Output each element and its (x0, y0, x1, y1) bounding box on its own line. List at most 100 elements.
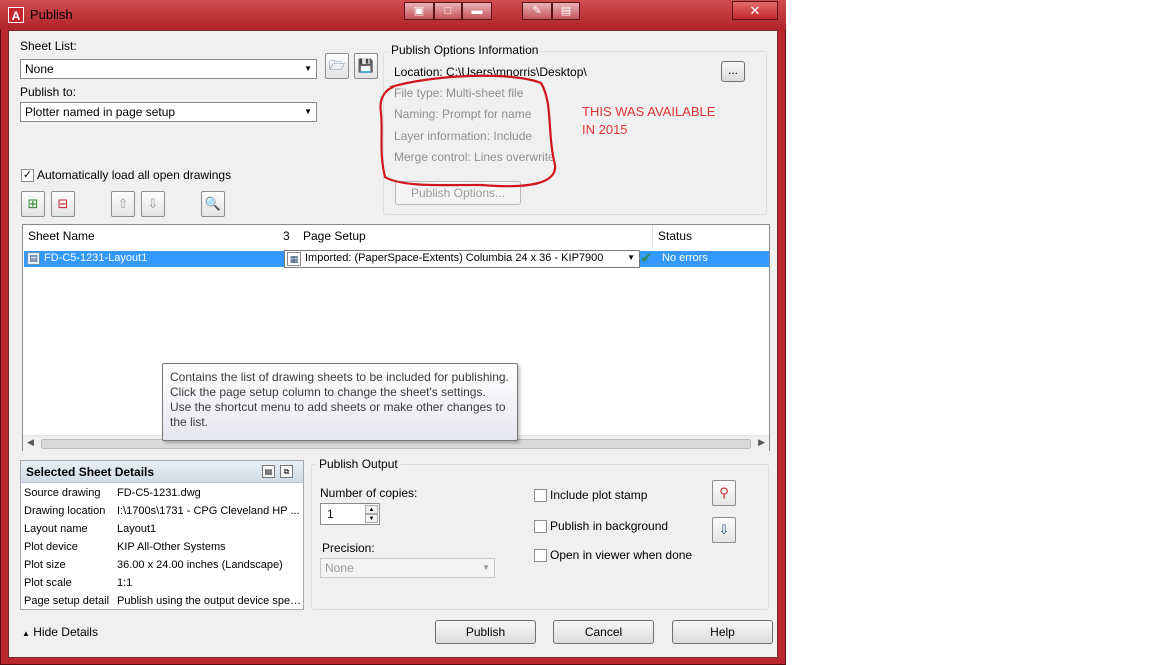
add-sheet-icon: ⊞ (27, 196, 39, 211)
window-title: Publish (30, 7, 73, 22)
detail-value: 36.00 x 24.00 inches (Landscape) (117, 559, 283, 571)
details-header: Selected Sheet Details ▤ ⧉ (21, 461, 303, 483)
help-button[interactable]: Help (672, 620, 773, 644)
copies-value: 1 (327, 507, 334, 521)
load-sheet-list-button[interactable]: 🗁 (325, 53, 349, 79)
sheet-icon: ▤ (27, 252, 40, 265)
detail-key: Plot scale (24, 577, 72, 589)
detail-key: Layout name (24, 523, 88, 535)
copies-stepper[interactable]: 1 ▲ ▼ (320, 503, 380, 525)
detail-value: I:\1700s\1731 - CPG Cleveland HP ... (117, 505, 300, 517)
detail-row: Plot size 36.00 x 24.00 inches (Landscap… (24, 556, 302, 574)
annotation-text: THIS WAS AVAILABLE IN 2015 (582, 103, 715, 139)
checkmark-icon: ✔ (640, 250, 653, 267)
chevron-down-icon[interactable]: ▼ (365, 514, 378, 523)
open-viewer-label: Open in viewer when done (550, 548, 693, 562)
include-plot-stamp-label: Include plot stamp (550, 488, 648, 502)
add-sheets-button[interactable]: ⊞ (21, 191, 45, 217)
background-settings-button[interactable]: ⇩ (712, 517, 736, 543)
sheet-list-tooltip: Contains the list of drawing sheets to b… (162, 363, 518, 441)
detail-value: KIP All-Other Systems (117, 541, 226, 553)
chevron-up-icon[interactable]: ▲ (365, 505, 378, 514)
move-sheet-down-button[interactable]: ⇩ (141, 191, 165, 217)
move-sheet-up-button[interactable]: ⇧ (111, 191, 135, 217)
stamp-icon: ⚲ (719, 485, 729, 500)
scroll-right-icon[interactable]: ▶ (758, 437, 765, 448)
cancel-button[interactable]: Cancel (553, 620, 654, 644)
status-cell: No errors (662, 252, 708, 264)
pin-icon[interactable]: ✎ (522, 2, 552, 20)
restore-icon[interactable]: ▣ (404, 2, 434, 20)
sheet-list-value: None (25, 62, 54, 76)
minimize-icon[interactable]: ▬ (462, 2, 492, 20)
maximize-icon[interactable]: □ (434, 2, 462, 20)
publish-background-label: Publish in background (550, 519, 669, 533)
precision-value: None (325, 561, 354, 575)
detail-key: Drawing location (24, 505, 106, 517)
sheet-name-cell: FD-C5-1231-Layout1 (44, 252, 148, 264)
precision-label: Precision: (322, 541, 375, 555)
title-bar[interactable]: A Publish ▣ □ ▬ ✎ ▤ ✕ (0, 0, 786, 30)
detail-key: Plot device (24, 541, 78, 553)
column-header-number[interactable]: 3 (281, 225, 299, 247)
detail-value: FD-C5-1231.dwg (117, 487, 201, 499)
publish-background-checkbox[interactable] (534, 520, 547, 533)
include-plot-stamp-checkbox[interactable] (534, 489, 547, 502)
publish-to-value: Plotter named in page setup (25, 105, 176, 119)
details-title: Selected Sheet Details (26, 465, 155, 479)
detail-row: Page setup detail Publish using the outp… (24, 592, 303, 610)
hide-details-label: Hide Details (33, 625, 98, 639)
scroll-left-icon[interactable]: ◀ (27, 437, 34, 448)
move-up-icon: ⇧ (117, 196, 129, 211)
chevron-down-icon: ▼ (304, 107, 312, 116)
publish-options-title: Publish Options Information (388, 43, 542, 57)
detail-value: Layout1 (117, 523, 157, 535)
column-header-sheet-name[interactable]: Sheet Name (23, 225, 287, 247)
preview-button[interactable]: 🔍 (201, 191, 225, 217)
detail-key: Plot size (24, 559, 66, 571)
detail-row: Plot device KIP All-Other Systems (24, 538, 302, 556)
table-row[interactable]: ▤ FD-C5-1231-Layout1 ▦ Imported: (PaperS… (24, 250, 769, 268)
page-setup-cell: Imported: (PaperSpace-Extents) Columbia … (305, 252, 604, 264)
details-preview-icon[interactable]: ⧉ (280, 465, 293, 478)
detail-row: Drawing location I:\1700s\1731 - CPG Cle… (24, 502, 302, 520)
red-circle-annotation (379, 74, 557, 188)
sheet-list-select[interactable]: None ▼ (20, 59, 317, 79)
page-setup-icon: ▦ (287, 252, 301, 266)
auto-load-label: Automatically load all open drawings (37, 168, 232, 182)
column-header-page-setup[interactable]: Page Setup (298, 225, 653, 247)
publish-to-select[interactable]: Plotter named in page setup ▼ (20, 102, 317, 122)
open-viewer-checkbox[interactable] (534, 549, 547, 562)
publish-button[interactable]: Publish (435, 620, 536, 644)
column-header-status[interactable]: Status (653, 225, 769, 247)
browse-location-button[interactable]: ... (721, 61, 745, 82)
chevron-down-icon: ▼ (627, 253, 635, 262)
detail-value: Publish using the output device spec... (117, 595, 303, 607)
page-setup-dropdown[interactable]: ▦ Imported: (PaperSpace-Extents) Columbi… (284, 250, 640, 268)
details-view-icon[interactable]: ▤ (262, 465, 275, 478)
chevron-down-icon: ▼ (482, 563, 490, 572)
remove-sheets-button[interactable]: ⊟ (51, 191, 75, 217)
detail-key: Source drawing (24, 487, 101, 499)
save-icon: 💾 (357, 58, 375, 73)
publish-output-title: Publish Output (316, 457, 401, 471)
hide-details-link[interactable]: ▲ Hide Details (22, 625, 98, 639)
detail-row: Layout name Layout1 (24, 520, 302, 538)
folder-open-icon: 🗁 (328, 58, 346, 73)
copies-label: Number of copies: (320, 486, 418, 500)
remove-sheet-icon: ⊟ (57, 196, 69, 211)
auto-load-checkbox[interactable]: ✓ (21, 169, 34, 182)
close-button[interactable]: ✕ (732, 1, 778, 20)
autocad-icon: A (8, 7, 24, 23)
annotation-line-1: THIS WAS AVAILABLE (582, 104, 716, 119)
preview-icon: 🔍 (204, 196, 222, 211)
sheet-list-label: Sheet List: (20, 39, 77, 53)
plot-stamp-settings-button[interactable]: ⚲ (712, 480, 736, 506)
precision-select[interactable]: None ▼ (320, 558, 495, 578)
detail-value: 1:1 (117, 577, 133, 589)
selected-sheet-details-panel: Selected Sheet Details ▤ ⧉ Source drawin… (20, 460, 304, 610)
detail-row: Plot scale 1:1 (24, 574, 302, 592)
settings-icon[interactable]: ▤ (552, 2, 580, 20)
annotation-line-2: IN 2015 (582, 122, 628, 137)
dialog-body: Sheet List: None ▼ 🗁 💾 Publish to: Plott… (8, 30, 778, 658)
